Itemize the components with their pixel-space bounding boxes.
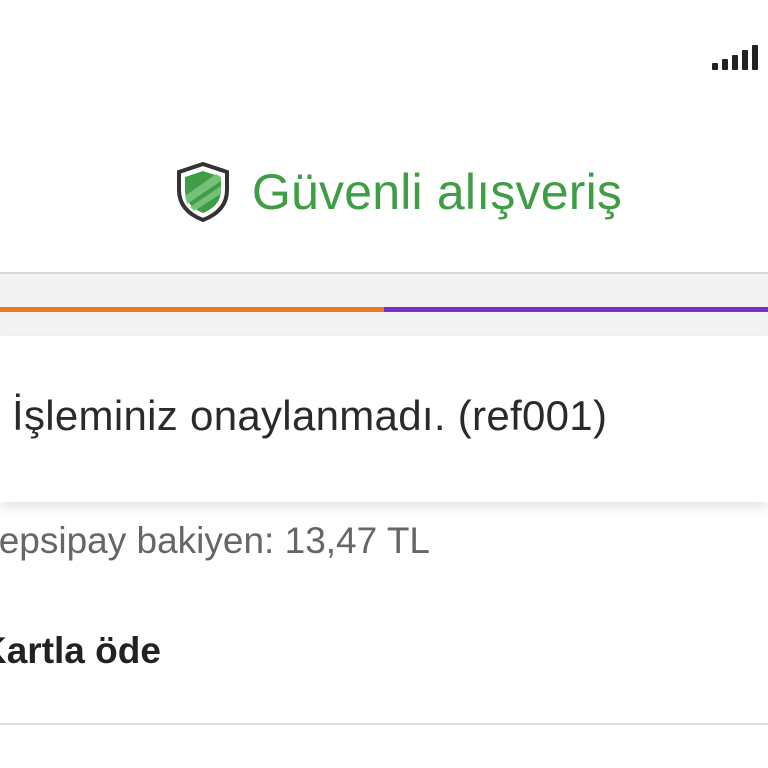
balance-text: Hepsipay bakiyen: 13,47 TL [0,520,431,561]
signal-bars-icon [712,40,758,70]
checkout-progress-bar [0,307,768,312]
progress-area [0,274,768,336]
progress-completed [0,307,384,312]
error-message: İşleminiz onaylanmadı. (ref001) [12,392,608,439]
checkout-page: Güvenli alışveriş İşleminiz onaylanmadı.… [0,0,768,768]
secure-shopping-header: Güvenli alışveriş [0,150,768,234]
pay-with-card-option[interactable]: Kartla öde [0,630,161,672]
progress-remaining [384,307,768,312]
error-toast: İşleminiz onaylanmadı. (ref001) [0,336,768,502]
shield-check-icon [176,162,229,222]
section-divider [0,723,768,725]
page-title: Güvenli alışveriş [251,164,623,220]
